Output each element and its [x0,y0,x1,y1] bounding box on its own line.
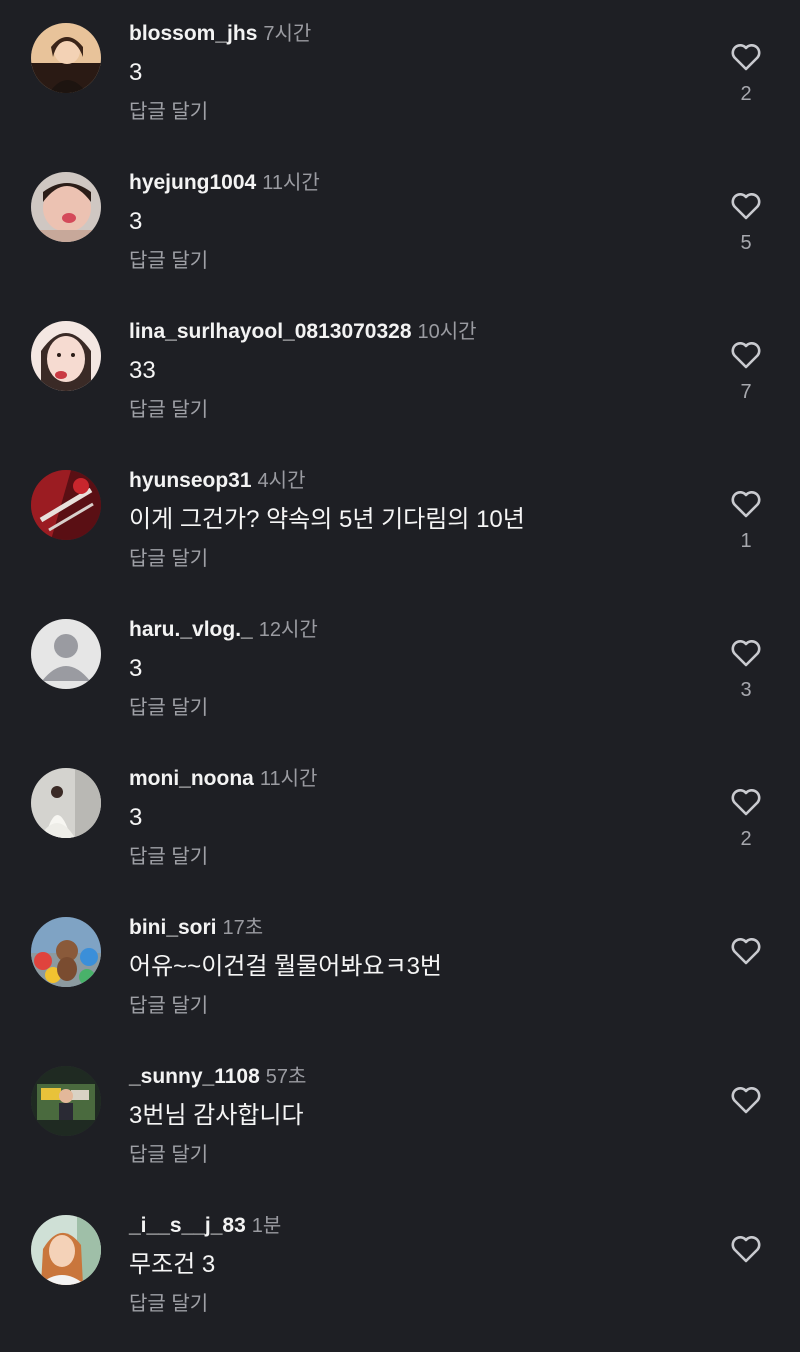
username[interactable]: hyejung1004 [129,171,256,194]
username[interactable]: _i__s__j_83 [129,1214,246,1237]
timestamp: 17초 [222,917,264,939]
reply-button[interactable]: 답글 달기 [129,396,208,424]
comment-list: blossom_jhs 7시간 3 답글 달기 2 hyejung1004 11시간… [0,0,800,1352]
avatar[interactable] [31,768,101,838]
heart-icon [731,789,761,816]
like-count: 7 [740,381,752,403]
reply-button[interactable]: 답글 달기 [129,98,208,126]
timestamp: 7시간 [263,23,312,45]
comment-text: 3 [129,208,143,235]
timestamp: 12시간 [258,619,318,641]
reply-button[interactable]: 답글 달기 [129,992,208,1020]
reply-button[interactable]: 답글 달기 [129,694,208,722]
comment-meta: blossom_jhs 7시간 [129,20,311,48]
comment-meta: moni_noona 11시간 [129,765,317,793]
avatar[interactable] [31,1215,101,1285]
username[interactable]: _sunny_1108 [129,1065,260,1088]
reply-button[interactable]: 답글 달기 [129,545,208,573]
avatar-photo [31,470,101,540]
like-button[interactable] [722,936,770,1016]
comment-meta: hyejung1004 11시간 [129,169,320,197]
reply-button[interactable]: 답글 달기 [129,1290,208,1318]
heart-icon [731,491,761,518]
like-button[interactable] [722,1085,770,1165]
heart-icon [731,640,761,667]
like-count: 5 [740,232,752,254]
heart-icon [731,1087,761,1114]
avatar[interactable] [31,1066,101,1136]
avatar-photo [31,321,101,391]
default-user-icon [31,619,101,689]
comment-item: _sunny_1108 57초 3번님 감사합니다 답글 달기 [0,1043,800,1191]
avatar-photo [31,172,101,242]
like-count: 2 [740,828,752,850]
comment-meta: bini_sori 17초 [129,914,263,942]
timestamp: 57초 [265,1066,307,1088]
username[interactable]: bini_sori [129,916,217,939]
comment-text: 3 [129,59,143,86]
avatar-photo [31,768,101,838]
comment-meta: _i__s__j_83 1분 [129,1212,281,1240]
comment-meta: hyunseop31 4시간 [129,467,305,495]
comment-meta: haru._vlog._ 12시간 [129,616,318,644]
comment-meta: _sunny_1108 57초 [129,1063,306,1091]
avatar-photo [31,917,101,987]
reply-button[interactable]: 답글 달기 [129,843,208,871]
avatar[interactable] [31,172,101,242]
avatar[interactable] [31,470,101,540]
heart-icon [731,44,761,71]
avatar[interactable] [31,917,101,987]
like-count: 2 [740,83,752,105]
reply-button[interactable]: 답글 달기 [129,1141,208,1169]
username[interactable]: moni_noona [129,767,254,790]
comment-text: 무조건 3 [129,1251,216,1278]
comment-meta: lina_surlhayool_0813070328 10시간 [129,318,477,346]
like-button[interactable]: 5 [722,191,770,271]
avatar[interactable] [31,23,101,93]
like-button[interactable]: 2 [722,42,770,122]
timestamp: 1분 [251,1215,282,1237]
comment-text: 3 [129,804,143,831]
like-button[interactable]: 2 [722,787,770,867]
like-count: 1 [740,530,752,552]
avatar-photo [31,1066,101,1136]
comment-item: haru._vlog._ 12시간 3 답글 달기 3 [0,596,800,744]
comment-item: moni_noona 11시간 3 답글 달기 2 [0,745,800,893]
timestamp: 11시간 [259,768,318,790]
username[interactable]: haru._vlog._ [129,618,253,641]
like-button[interactable] [722,1234,770,1314]
like-button[interactable]: 3 [722,638,770,718]
comment-item: bini_sori 17초 어유~~이건걸 뭘물어봐요ㅋ3번 답글 달기 [0,894,800,1042]
comment-text: 이게 그건가? 약속의 5년 기다림의 10년 [129,506,525,533]
reply-button[interactable]: 답글 달기 [129,247,208,275]
avatar[interactable] [31,619,101,689]
username[interactable]: lina_surlhayool_0813070328 [129,320,412,343]
timestamp: 10시간 [417,321,477,343]
like-count: 3 [740,679,752,701]
comment-text: 어유~~이건걸 뭘물어봐요ㅋ3번 [129,953,443,980]
heart-icon [731,193,761,220]
heart-icon [731,342,761,369]
heart-icon [731,1236,761,1263]
comment-text: 3 [129,655,143,682]
username[interactable]: hyunseop31 [129,469,252,492]
timestamp: 11시간 [262,172,320,194]
comment-item: _i__s__j_83 1분 무조건 3 답글 달기 [0,1192,800,1340]
heart-icon [731,938,761,965]
comment-text: 3번님 감사합니다 [129,1102,304,1129]
like-button[interactable]: 1 [722,489,770,569]
comment-text: 33 [129,357,156,384]
username[interactable]: blossom_jhs [129,22,257,45]
comment-item: hyejung1004 11시간 3 답글 달기 5 [0,149,800,297]
timestamp: 4시간 [257,470,306,492]
comment-item: hyunseop31 4시간 이게 그건가? 약속의 5년 기다림의 10년 답글… [0,447,800,595]
like-button[interactable]: 7 [722,340,770,420]
avatar-photo [31,1215,101,1285]
comment-item: blossom_jhs 7시간 3 답글 달기 2 [0,0,800,148]
avatar-photo [31,23,101,93]
avatar[interactable] [31,321,101,391]
comment-item: lina_surlhayool_0813070328 10시간 33 답글 달기 … [0,298,800,446]
